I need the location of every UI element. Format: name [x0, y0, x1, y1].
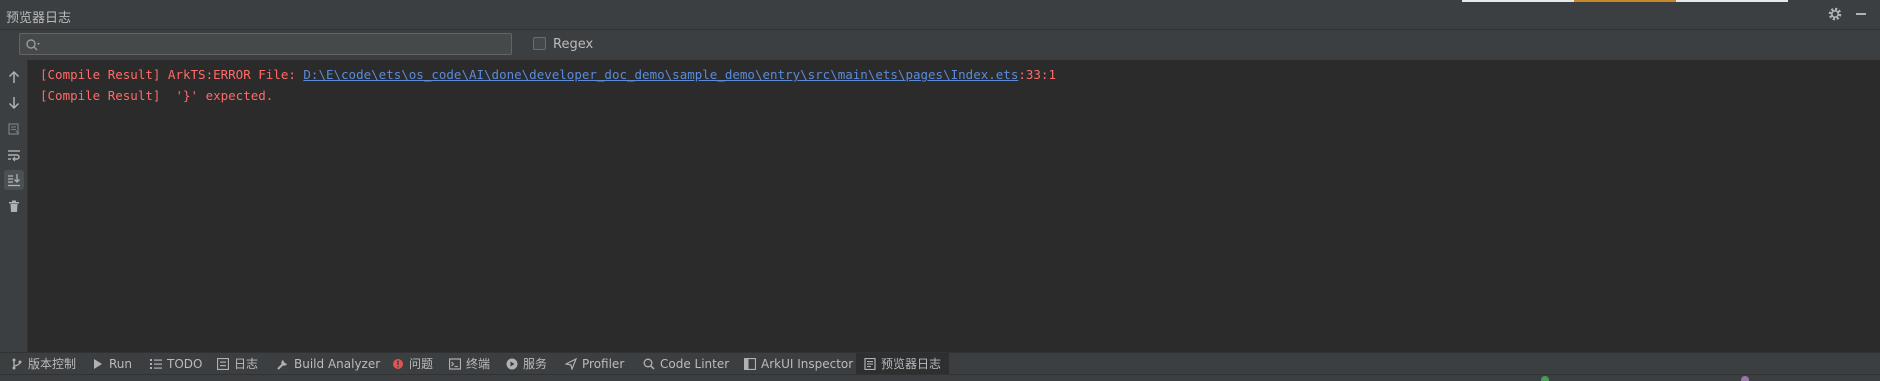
todo-list-icon	[149, 357, 163, 371]
tab-services[interactable]: 服务	[505, 353, 547, 374]
status-indicator-icon	[1741, 376, 1749, 381]
scroll-to-end-button[interactable]	[4, 170, 24, 190]
console-line: [Compile Result] '}' expected.	[40, 88, 274, 103]
tab-label: 问题	[409, 357, 434, 371]
tab-label: Code Linter	[660, 356, 730, 371]
arkui-inspector-icon	[743, 357, 757, 371]
tab-log[interactable]: 日志	[216, 353, 258, 374]
scroll-to-end-icon	[8, 174, 20, 187]
trash-icon	[9, 200, 19, 212]
minimize-icon[interactable]	[1853, 6, 1869, 22]
vcs-branch-icon	[10, 357, 24, 371]
tab-profiler[interactable]: Profiler	[564, 353, 624, 374]
top-window-edge	[1462, 0, 1788, 2]
build-analyzer-icon	[276, 357, 290, 371]
log-icon	[216, 357, 230, 371]
console-output: [Compile Result] ArkTS:ERROR File: D:\E\…	[28, 60, 1880, 352]
tab-label: Profiler	[582, 356, 625, 371]
up-button[interactable]	[4, 67, 24, 87]
console-line: [Compile Result] ArkTS:ERROR File: D:\E\…	[40, 67, 1056, 82]
panel-title: 预览器日志	[6, 11, 72, 26]
file-path-link[interactable]: D:\E\code\ets\os_code\AI\done\developer_…	[303, 67, 1018, 82]
soft-wrap-icon	[8, 150, 20, 162]
tab-label: ArkUI Inspector	[761, 356, 854, 371]
regex-checkbox[interactable]	[533, 37, 546, 50]
tab-build-analyzer[interactable]: Build Analyzer	[276, 353, 380, 374]
run-icon	[91, 357, 105, 371]
code-linter-icon	[642, 357, 656, 371]
panel-header: 预览器日志	[0, 0, 1880, 30]
tab-label: Build Analyzer	[294, 356, 381, 371]
error-location: :33:1	[1018, 67, 1056, 82]
tab-label: Run	[109, 356, 133, 371]
search-input[interactable]	[46, 35, 510, 55]
tab-problems[interactable]: 问题	[391, 353, 433, 374]
tab-label: TODO	[167, 356, 203, 371]
tab-previewer-log[interactable]: 预览器日志	[856, 353, 950, 374]
tab-label: 服务	[523, 357, 548, 371]
tab-todo[interactable]: TODO	[149, 353, 202, 374]
tab-version-control[interactable]: 版本控制	[10, 353, 76, 374]
tab-label: 预览器日志	[881, 357, 942, 371]
previewer-log-icon	[863, 357, 877, 371]
arrow-up-icon	[8, 70, 20, 83]
tab-terminal[interactable]: 终端	[448, 353, 490, 374]
tab-label: 日志	[234, 357, 259, 371]
tab-run[interactable]: Run	[91, 353, 132, 374]
tab-label: 终端	[466, 357, 491, 371]
services-icon	[505, 357, 519, 371]
regex-label[interactable]: Regex	[553, 37, 593, 52]
arrow-down-icon	[8, 97, 20, 110]
status-indicator-icon	[1541, 376, 1549, 381]
print-icon	[8, 123, 20, 135]
tab-arkui-inspector[interactable]: ArkUI Inspector	[743, 353, 853, 374]
status-bar	[0, 374, 1880, 381]
search-field[interactable]	[19, 33, 512, 55]
problems-icon	[391, 357, 405, 371]
tab-label: 版本控制	[28, 357, 77, 371]
previewer-log-panel: 预览器日志 Regex [Compile Result] ArkTS:ERROR…	[0, 0, 1880, 381]
print-button[interactable]	[4, 119, 24, 139]
search-row: Regex	[0, 30, 1880, 60]
error-prefix: [Compile Result] ArkTS:ERROR File:	[40, 67, 304, 82]
terminal-icon	[448, 357, 462, 371]
tool-window-bar: 版本控制 Run TODO 日志 Build Analyzer 问题 终端 服务…	[0, 352, 1880, 374]
search-icon	[25, 37, 41, 51]
soft-wrap-button[interactable]	[4, 145, 24, 165]
gear-icon[interactable]	[1827, 6, 1843, 22]
profiler-icon	[564, 357, 578, 371]
console-toolbar	[0, 60, 28, 352]
tab-code-linter[interactable]: Code Linter	[642, 353, 729, 374]
down-button[interactable]	[4, 93, 24, 113]
clear-all-button[interactable]	[4, 196, 24, 216]
